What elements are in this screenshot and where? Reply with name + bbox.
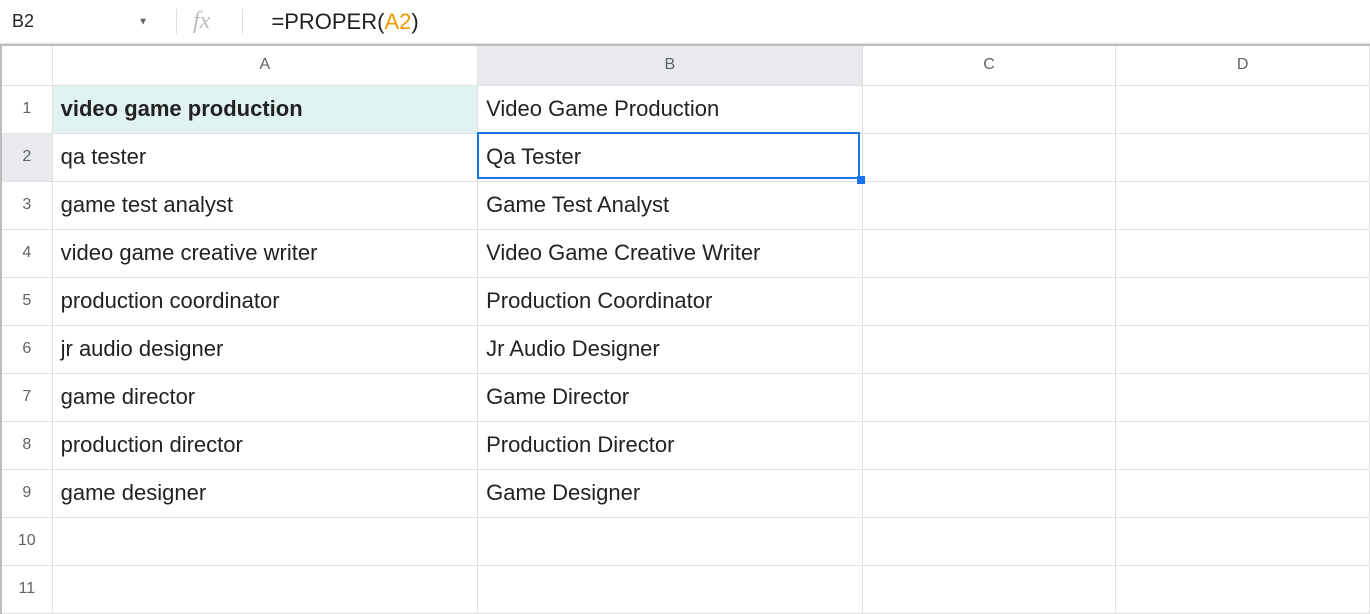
cell-A9[interactable]: game designer xyxy=(52,469,477,517)
cell-A10[interactable] xyxy=(52,517,477,565)
cell-B5[interactable]: Production Coordinator xyxy=(478,277,863,325)
cell-A4[interactable]: video game creative writer xyxy=(52,229,477,277)
cell-C6[interactable] xyxy=(862,325,1116,373)
cell-C10[interactable] xyxy=(862,517,1116,565)
formula-bar: B2 ▼ fx =PROPER(A2) xyxy=(0,0,1370,44)
column-header-B[interactable]: B xyxy=(478,45,863,85)
cell-B10[interactable] xyxy=(478,517,863,565)
divider xyxy=(176,9,177,35)
row-header-1[interactable]: 1 xyxy=(1,85,52,133)
cell-D8[interactable] xyxy=(1116,421,1370,469)
cell-A11[interactable] xyxy=(52,565,477,613)
cell-A5[interactable]: production coordinator xyxy=(52,277,477,325)
cell-B9[interactable]: Game Designer xyxy=(478,469,863,517)
cell-B8[interactable]: Production Director xyxy=(478,421,863,469)
cell-C7[interactable] xyxy=(862,373,1116,421)
row-header-8[interactable]: 8 xyxy=(1,421,52,469)
cell-D2[interactable] xyxy=(1116,133,1370,181)
formula-close-paren: ) xyxy=(411,9,418,35)
cell-C11[interactable] xyxy=(862,565,1116,613)
row-header-10[interactable]: 10 xyxy=(1,517,52,565)
cell-A3[interactable]: game test analyst xyxy=(52,181,477,229)
formula-open-paren: ( xyxy=(377,9,384,35)
cell-B2[interactable]: Qa Tester xyxy=(478,133,863,181)
divider xyxy=(242,9,243,35)
column-header-D[interactable]: D xyxy=(1116,45,1370,85)
fill-handle[interactable] xyxy=(857,176,865,184)
name-box-value: B2 xyxy=(12,11,34,32)
cell-B7[interactable]: Game Director xyxy=(478,373,863,421)
cell-C3[interactable] xyxy=(862,181,1116,229)
cell-A2[interactable]: qa tester xyxy=(52,133,477,181)
cell-D6[interactable] xyxy=(1116,325,1370,373)
cell-D11[interactable] xyxy=(1116,565,1370,613)
spreadsheet-grid[interactable]: ABCD 1video game productionVideo Game Pro… xyxy=(0,44,1370,614)
row-header-11[interactable]: 11 xyxy=(1,565,52,613)
cell-A7[interactable]: game director xyxy=(52,373,477,421)
cell-D7[interactable] xyxy=(1116,373,1370,421)
row-header-9[interactable]: 9 xyxy=(1,469,52,517)
chevron-down-icon[interactable]: ▼ xyxy=(138,16,148,27)
cell-B3[interactable]: Game Test Analyst xyxy=(478,181,863,229)
select-all-corner[interactable] xyxy=(1,45,52,85)
cell-B4[interactable]: Video Game Creative Writer xyxy=(478,229,863,277)
column-header-A[interactable]: A xyxy=(52,45,477,85)
formula-ref: A2 xyxy=(384,9,411,35)
cell-C4[interactable] xyxy=(862,229,1116,277)
cell-B1[interactable]: Video Game Production xyxy=(478,85,863,133)
cell-D1[interactable] xyxy=(1116,85,1370,133)
cell-A6[interactable]: jr audio designer xyxy=(52,325,477,373)
cell-A1[interactable]: video game production xyxy=(52,85,477,133)
cell-D10[interactable] xyxy=(1116,517,1370,565)
row-header-6[interactable]: 6 xyxy=(1,325,52,373)
row-header-5[interactable]: 5 xyxy=(1,277,52,325)
cell-C2[interactable] xyxy=(862,133,1116,181)
cell-A8[interactable]: production director xyxy=(52,421,477,469)
row-header-7[interactable]: 7 xyxy=(1,373,52,421)
formula-eq: = xyxy=(271,9,284,35)
cell-B11[interactable] xyxy=(478,565,863,613)
name-box[interactable]: B2 ▼ xyxy=(0,0,160,43)
cell-C8[interactable] xyxy=(862,421,1116,469)
cell-C9[interactable] xyxy=(862,469,1116,517)
cell-D4[interactable] xyxy=(1116,229,1370,277)
row-header-4[interactable]: 4 xyxy=(1,229,52,277)
fx-icon: fx xyxy=(193,8,226,35)
row-header-3[interactable]: 3 xyxy=(1,181,52,229)
formula-func: PROPER xyxy=(284,9,377,35)
cell-D9[interactable] xyxy=(1116,469,1370,517)
column-header-C[interactable]: C xyxy=(862,45,1116,85)
cell-C5[interactable] xyxy=(862,277,1116,325)
cell-D3[interactable] xyxy=(1116,181,1370,229)
cell-C1[interactable] xyxy=(862,85,1116,133)
formula-input[interactable]: =PROPER(A2) xyxy=(259,9,1370,35)
cell-D5[interactable] xyxy=(1116,277,1370,325)
row-header-2[interactable]: 2 xyxy=(1,133,52,181)
cell-B6[interactable]: Jr Audio Designer xyxy=(478,325,863,373)
